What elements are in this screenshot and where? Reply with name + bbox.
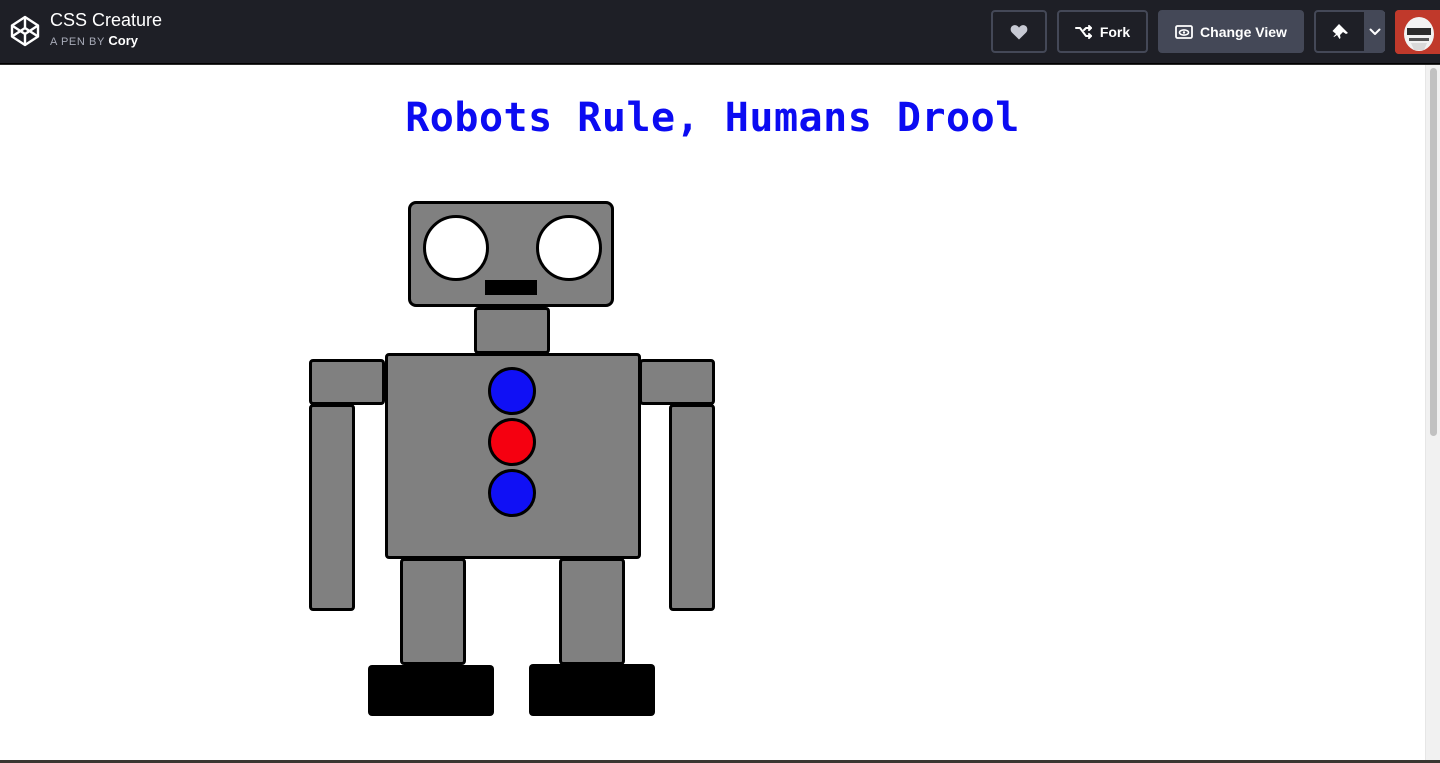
change-view-button[interactable]: Change View [1158, 10, 1304, 53]
heart-button[interactable] [991, 10, 1047, 53]
robot-left-foot [368, 665, 494, 716]
robot-left-arm [309, 404, 355, 611]
page-heading: Robots Rule, Humans Drool [405, 95, 1020, 141]
robot-right-foot [529, 664, 655, 716]
robot-right-eye [536, 215, 602, 281]
robot-right-leg [559, 558, 625, 665]
robot-head [408, 201, 614, 307]
author-link[interactable]: Cory [108, 33, 138, 48]
robot-neck [474, 307, 550, 354]
pin-button[interactable] [1316, 12, 1364, 51]
preview-scrollbar[interactable] [1425, 65, 1440, 760]
change-view-icon [1175, 24, 1193, 39]
pen-by-label: A PEN BY [50, 36, 105, 48]
robot-left-eye [423, 215, 489, 281]
codepen-logo-icon[interactable] [10, 15, 40, 47]
pin-dropdown-button[interactable] [1364, 12, 1385, 51]
robot-mouth [485, 280, 537, 295]
fork-icon [1074, 24, 1092, 39]
avatar-image [1395, 10, 1440, 54]
fork-label: Fork [1099, 23, 1131, 40]
robot-right-shoulder [639, 359, 715, 405]
chevron-down-icon [1369, 28, 1380, 35]
pen-byline: A PEN BY Cory [50, 34, 162, 49]
robot-right-arm [669, 404, 715, 611]
pin-button-group [1314, 10, 1385, 53]
robot-left-leg [400, 558, 466, 665]
pen-header: CSS Creature A PEN BY Cory Fork Change V… [0, 0, 1440, 64]
pin-icon [1332, 23, 1348, 39]
pen-title[interactable]: CSS Creature [50, 9, 162, 31]
robot-chest-button-middle [488, 418, 536, 466]
fork-button[interactable]: Fork [1057, 10, 1148, 53]
robot-chest-button-bottom [488, 469, 536, 517]
robot-torso [385, 353, 641, 559]
robot-chest-button-top [488, 367, 536, 415]
heart-icon [1010, 24, 1028, 39]
scrollbar-thumb[interactable] [1430, 68, 1437, 436]
change-view-label: Change View [1200, 23, 1287, 40]
pen-title-block: CSS Creature A PEN BY Cory [50, 9, 162, 49]
user-avatar[interactable] [1395, 10, 1440, 54]
pen-preview-frame: Robots Rule, Humans Drool [0, 65, 1425, 760]
robot-left-shoulder [309, 359, 385, 405]
